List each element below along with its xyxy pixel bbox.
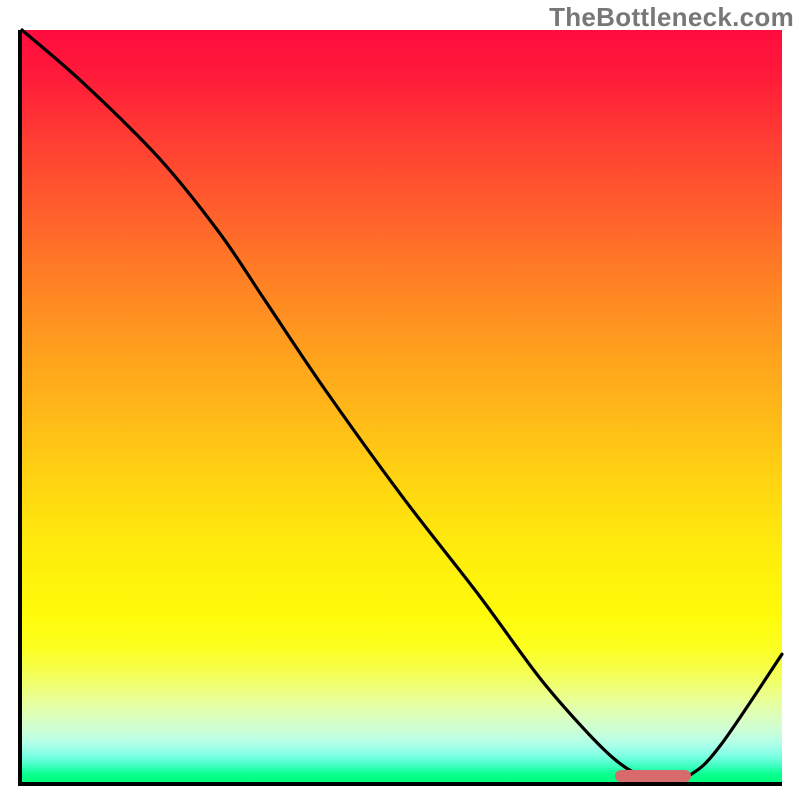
x-axis: [22, 782, 782, 786]
watermark-text: TheBottleneck.com: [549, 2, 794, 33]
curve-svg: [22, 30, 782, 782]
optimal-range-marker: [615, 770, 691, 782]
y-axis: [18, 30, 22, 786]
bottleneck-curve: [22, 30, 782, 782]
chart-container: TheBottleneck.com: [0, 0, 800, 800]
